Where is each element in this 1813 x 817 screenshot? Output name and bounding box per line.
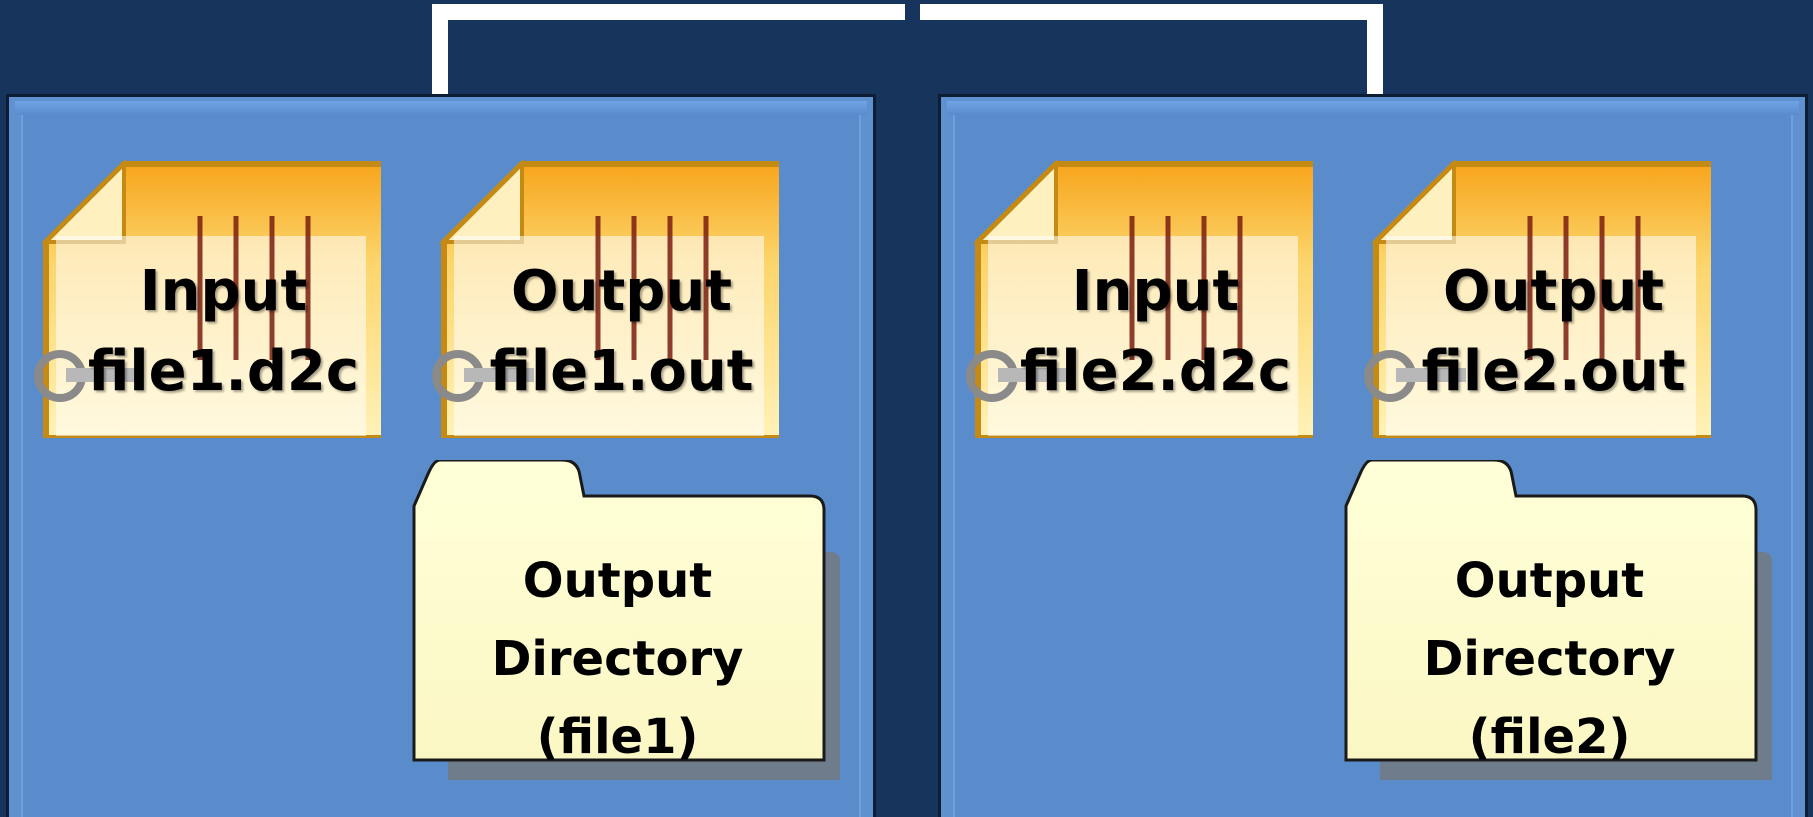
input-file-2-name: file2.d2c bbox=[1019, 339, 1292, 404]
input-file-1[interactable]: Input file1.d2c bbox=[26, 160, 381, 438]
output-file-1-name: file1.out bbox=[489, 339, 754, 404]
input-file-2-label: Input file2.d2c bbox=[998, 252, 1313, 412]
output-directory-2-line1: Output bbox=[1454, 553, 1645, 609]
connector-drop-right bbox=[1367, 4, 1383, 94]
connector-gap bbox=[905, 0, 920, 4]
input-file-1-type: Input bbox=[139, 259, 308, 324]
input-file-2-type: Input bbox=[1071, 259, 1240, 324]
output-directory-1-line1: Output bbox=[522, 553, 713, 609]
output-directory-1-line3: (file1) bbox=[536, 709, 699, 765]
output-directory-1[interactable]: Output Directory (file1) bbox=[410, 460, 840, 780]
input-file-2[interactable]: Input file2.d2c bbox=[958, 160, 1313, 438]
output-file-1[interactable]: Output file1.out bbox=[424, 160, 779, 438]
output-directory-2-label: Output Directory (file2) bbox=[1342, 542, 1757, 776]
output-file-2[interactable]: Output file2.out bbox=[1356, 160, 1711, 438]
output-directory-2-line3: (file2) bbox=[1468, 709, 1631, 765]
input-file-1-label: Input file1.d2c bbox=[66, 252, 381, 412]
output-directory-1-line2: Directory bbox=[491, 631, 744, 687]
output-file-1-type: Output bbox=[511, 259, 732, 324]
output-directory-2[interactable]: Output Directory (file2) bbox=[1342, 460, 1772, 780]
output-file-2-type: Output bbox=[1443, 259, 1664, 324]
output-file-1-label: Output file1.out bbox=[464, 252, 779, 412]
output-file-2-label: Output file2.out bbox=[1396, 252, 1711, 412]
output-directory-1-label: Output Directory (file1) bbox=[410, 542, 825, 776]
connector-line-left bbox=[432, 4, 905, 20]
connector-line-right bbox=[920, 4, 1383, 20]
connector-drop-left bbox=[432, 4, 448, 94]
output-file-2-name: file2.out bbox=[1421, 339, 1686, 404]
output-directory-2-line2: Directory bbox=[1423, 631, 1676, 687]
input-file-1-name: file1.d2c bbox=[87, 339, 360, 404]
diagram-canvas: Input file1.d2c Output file1.out Output … bbox=[0, 0, 1813, 817]
